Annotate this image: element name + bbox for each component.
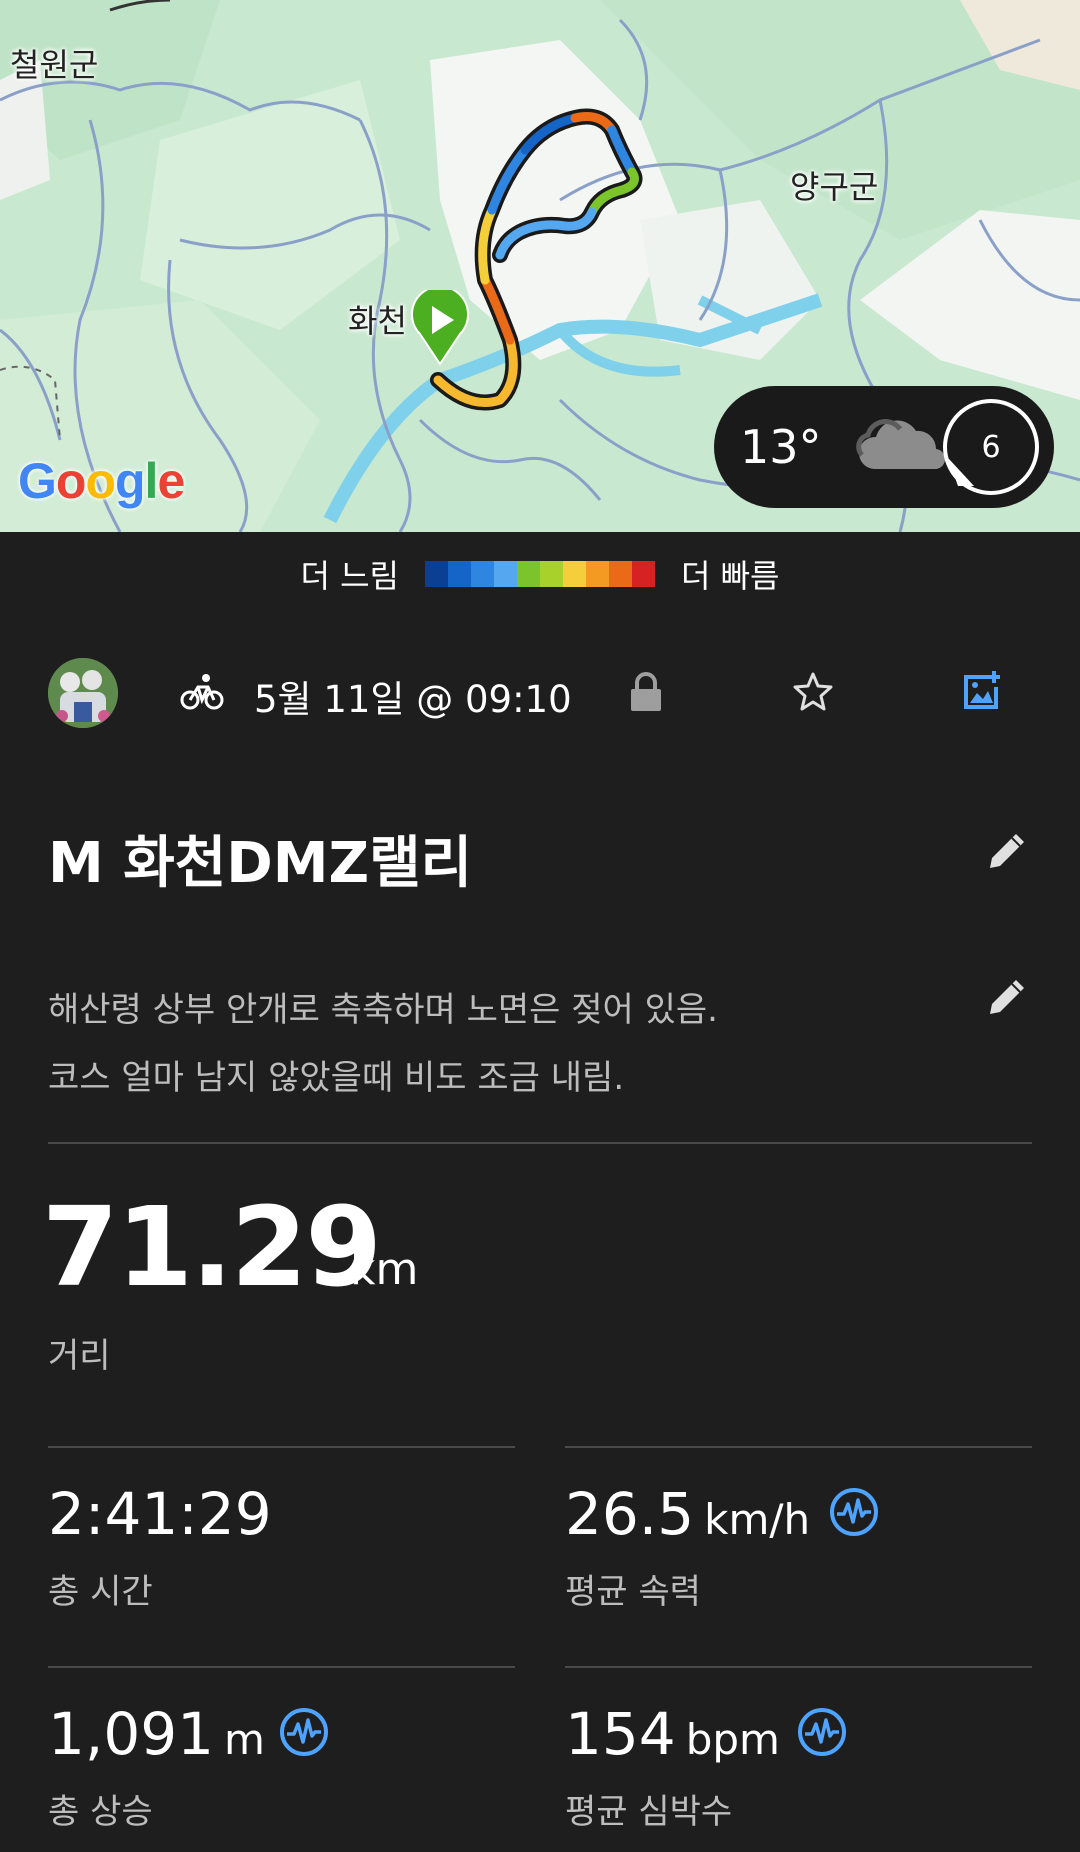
divider [565, 1446, 1032, 1448]
google-logo-letter: o [85, 453, 116, 509]
lock-icon[interactable] [628, 671, 664, 717]
legend-slower-label: 더 느림 [300, 557, 400, 595]
distance-value: 71.29 [42, 1183, 382, 1311]
google-logo-letter: e [157, 453, 185, 509]
elevation-gain-label: 총 상승 [48, 1792, 153, 1832]
legend-swatch [586, 561, 609, 587]
activity-meta-row: 5월 11일 @ 09:10 [0, 655, 1080, 731]
avg-speed-unit: km/h [704, 1495, 811, 1544]
divider [48, 1666, 515, 1668]
description-line: 해산령 상부 안개로 축축하며 노면은 젖어 있음. [48, 990, 718, 1030]
distance-label: 거리 [48, 1336, 111, 1376]
avg-heart-rate-value: 154 [565, 1700, 676, 1768]
edit-title-pencil-icon[interactable] [986, 828, 1030, 876]
legend-color-scale [425, 561, 655, 587]
elevation-gain-stat[interactable]: 1,091 m 총 상승 [48, 1700, 265, 1833]
avg-heart-rate-unit: bpm [685, 1715, 780, 1764]
legend-swatch [563, 561, 586, 587]
description-line: 코스 얼마 남지 않았을때 비도 조금 내림. [48, 1058, 625, 1098]
avg-speed-label: 평균 속력 [565, 1572, 701, 1612]
google-logo-letter: G [18, 453, 57, 509]
legend-swatch [540, 561, 563, 587]
activity-title: M 화천DMZ랠리 [48, 831, 473, 896]
divider [565, 1666, 1032, 1668]
star-icon[interactable] [792, 671, 834, 715]
edit-description-pencil-icon[interactable] [986, 974, 1030, 1022]
legend-swatch [632, 561, 655, 587]
legend-swatch [471, 561, 494, 587]
cloud-icon [854, 415, 950, 479]
divider [48, 1142, 1032, 1144]
avg-speed-value: 26.5 [565, 1480, 695, 1548]
activity-date: 5월 11일 @ 09:10 [254, 678, 572, 721]
avg-heart-rate-stat[interactable]: 154 bpm 평균 심박수 [565, 1700, 780, 1833]
start-marker-icon[interactable] [410, 285, 470, 370]
weather-temperature: 13° [740, 420, 822, 474]
wind-speed: 6 [981, 429, 1001, 465]
legend-swatch [609, 561, 632, 587]
elevation-gain-unit: m [224, 1715, 265, 1764]
bicycle-icon [180, 673, 224, 715]
weather-widget[interactable]: 13° 6 [714, 386, 1054, 508]
analysis-icon[interactable] [796, 1706, 848, 1762]
activity-description: 해산령 상부 안개로 축축하며 노면은 젖어 있음. 코스 얼마 남지 않았을때… [48, 976, 718, 1112]
total-time-value: 2:41:29 [48, 1480, 272, 1548]
legend-swatch [448, 561, 471, 587]
avg-speed-stat[interactable]: 26.5 km/h 평균 속력 [565, 1480, 810, 1613]
add-photo-icon[interactable] [962, 669, 1004, 715]
google-logo-letter: g [115, 453, 146, 509]
total-time-label: 총 시간 [48, 1572, 153, 1612]
avg-heart-rate-label: 평균 심박수 [565, 1792, 733, 1832]
google-logo-letter: o [55, 453, 87, 509]
legend-faster-label: 더 빠름 [681, 557, 780, 595]
legend-swatch [425, 561, 448, 587]
legend-swatch [494, 561, 517, 587]
analysis-icon[interactable] [828, 1486, 880, 1542]
elevation-gain-value: 1,091 [48, 1700, 215, 1768]
legend-swatch [517, 561, 540, 587]
route-map[interactable]: 철원군 양구군 화천 Google 13° 6 [0, 0, 1080, 532]
map-label-cheorwon: 철원군 [10, 46, 99, 84]
total-time-stat[interactable]: 2:41:29 총 시간 [48, 1480, 272, 1613]
map-label-yanggu: 양구군 [790, 168, 879, 206]
map-label-hwacheon: 화천 [348, 302, 407, 340]
analysis-icon[interactable] [278, 1706, 330, 1762]
google-logo-letter: l [144, 453, 159, 509]
google-logo: Google [18, 452, 185, 510]
distance-unit: km [350, 1244, 419, 1295]
avatar[interactable] [48, 658, 118, 728]
divider [48, 1446, 515, 1448]
speed-legend: 더 느림 더 빠름 [0, 552, 1080, 596]
